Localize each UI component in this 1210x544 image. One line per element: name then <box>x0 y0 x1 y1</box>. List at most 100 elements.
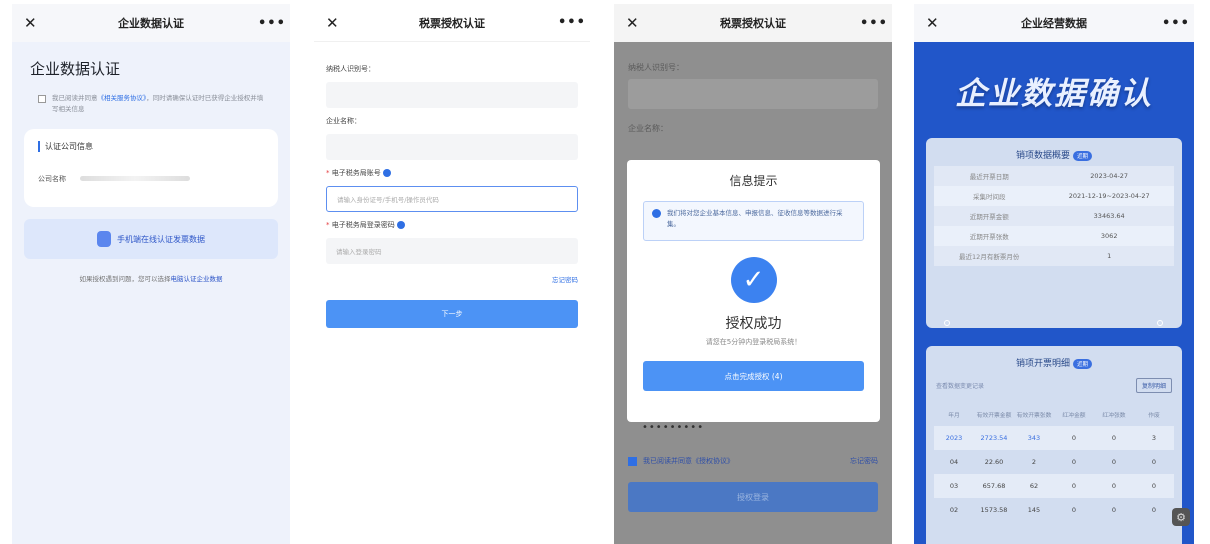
detail-tag: 近期 <box>1073 358 1093 369</box>
table-cell: 0 <box>1151 506 1157 514</box>
agreement-checkbox[interactable] <box>38 95 46 103</box>
forgot-password-link[interactable]: 忘记密码 <box>326 274 578 284</box>
table-cell: 03 <box>949 482 959 490</box>
taxpayer-id-field[interactable] <box>326 82 578 108</box>
overview-card: 销项数据概要 近期 最近开票日期 2023-04-27 采集时间段 2021-12-1… <box>926 138 1182 328</box>
agreement-prefix: 我已阅读并同意 <box>52 94 98 102</box>
overview-row: 最近12月有断票月份 1 <box>934 246 1174 266</box>
screen-tax-auth-form: ✕ 税票授权认证 ••• 纳税人识别号： 企业名称： * 电子税务局账号 请输入… <box>314 4 590 544</box>
overview-row: 近期开票张数 3062 <box>934 226 1174 246</box>
close-icon[interactable]: ✕ <box>626 14 646 32</box>
more-icon[interactable]: ••• <box>258 16 285 31</box>
company-name-field[interactable] <box>326 134 578 160</box>
success-title: 授权成功 <box>725 316 782 332</box>
table-cell: 02 <box>949 506 959 514</box>
overview-value: 3062 <box>1100 232 1118 240</box>
mobile-auth-button[interactable]: 手机端在线认证发票数据 <box>24 219 278 259</box>
column-header: 红冲金额 <box>1062 412 1086 419</box>
table-cell: 1573.58 <box>980 506 1008 514</box>
overview-row: 近期开票金额 33463.64 <box>934 206 1174 226</box>
etax-password-input[interactable]: 请输入登录密码 <box>326 238 578 264</box>
next-button[interactable]: 下一步 <box>326 300 578 328</box>
company-name-label: 企业名称： <box>326 117 361 125</box>
overview-key: 近期开票张数 <box>969 233 1009 241</box>
bg-company-label: 企业名称： <box>628 124 668 133</box>
complete-auth-button[interactable]: 点击完成授权 (4) <box>643 361 864 391</box>
help-icon[interactable] <box>382 169 391 177</box>
table-cell: 2723.54 <box>980 434 1008 442</box>
copy-detail-button[interactable]: 复制明细 <box>1135 377 1172 393</box>
banner-title: 企业数据确认 <box>955 76 1153 112</box>
overview-key: 采集时间段 <box>972 193 1006 201</box>
company-name-value-blurred <box>80 176 190 181</box>
overview-title: 销项数据概要 <box>1015 151 1070 161</box>
table-row[interactable]: 04 22.60 2 0 0 0 <box>934 450 1174 474</box>
overview-row: 采集时间段 2021-12-19~2023-04-27 <box>934 186 1174 206</box>
overview-value: 33463.64 <box>1093 212 1125 220</box>
forgot-password-link[interactable]: 忘记密码 <box>850 456 878 466</box>
more-icon[interactable]: ••• <box>860 16 887 31</box>
table-cell: 0 <box>1151 482 1157 490</box>
table-cell: 62 <box>1029 482 1039 490</box>
etax-account-input[interactable]: 请输入身份证号/手机号/操作员代码 <box>326 186 578 212</box>
detail-toolbar: 查看数据变更记录 复制明细 <box>926 374 1182 396</box>
help-icon[interactable] <box>396 221 405 229</box>
company-name-label: 公司名称 <box>38 175 66 183</box>
settings-icon[interactable]: ⚙ <box>1172 508 1190 526</box>
column-header: 作废 <box>1148 412 1160 419</box>
table-cell: 0 <box>1071 434 1077 442</box>
overview-value: 1 <box>1107 252 1112 260</box>
auth-login-button[interactable]: 授权登录 <box>628 482 878 512</box>
header-title: 税票授权认证 <box>419 16 485 30</box>
info-icon <box>652 209 661 218</box>
detail-title: 销项开票明细 <box>1015 359 1070 369</box>
agreement-link[interactable]: 《相关服务协议》 <box>98 94 147 102</box>
agreement-checkbox[interactable] <box>628 456 637 466</box>
table-header: 年月 有效开票金额 有效开票张数 红冲金额 红冲张数 作废 <box>934 402 1174 426</box>
more-icon[interactable]: ••• <box>558 15 585 30</box>
screen-auth-success: ✕ 税票授权认证 ••• 纳税人识别号： 企业名称： ••••••••• 我已阅… <box>614 4 892 544</box>
table-cell: 0 <box>1111 506 1117 514</box>
shield-icon <box>97 231 111 247</box>
table-cell: 22.60 <box>984 458 1004 466</box>
check-icon: ✓ <box>730 257 777 303</box>
more-icon[interactable]: ••• <box>1162 16 1189 31</box>
detail-table: 年月 有效开票金额 有效开票张数 红冲金额 红冲张数 作废 2023 2723.… <box>934 402 1174 522</box>
bg-taxpayer-field <box>628 79 878 109</box>
modal-title: 信息提示 <box>729 174 778 188</box>
table-cell: 0 <box>1111 482 1117 490</box>
table-cell: 343 <box>1027 434 1041 442</box>
close-icon[interactable]: ✕ <box>926 14 946 32</box>
table-cell: 0 <box>1071 482 1077 490</box>
table-cell: 3 <box>1151 434 1157 442</box>
card-section-title: 认证公司信息 <box>38 141 264 152</box>
password-mask: ••••••••• <box>642 422 705 433</box>
agreement: 我已阅读并同意《相关服务协议》，同时请确保认证时已获得企业授权并填写相关信息 <box>12 89 290 115</box>
overview-key: 最近12月有断票月份 <box>959 253 1020 261</box>
close-icon[interactable]: ✕ <box>24 14 44 32</box>
overview-value: 2023-04-27 <box>1090 172 1129 180</box>
close-icon[interactable]: ✕ <box>326 14 346 32</box>
mobile-auth-button-label: 手机端在线认证发票数据 <box>117 234 205 244</box>
table-row[interactable]: 2023 2723.54 343 0 0 3 <box>934 426 1174 450</box>
table-row[interactable]: 02 1573.58 145 0 0 0 <box>934 498 1174 522</box>
etax-account-label: 电子税务局账号 <box>331 169 381 177</box>
agreement-row: 我已阅读并同意《授权协议》 忘记密码 <box>628 456 878 466</box>
header-title: 税票授权认证 <box>720 17 786 30</box>
header-title: 企业数据认证 <box>118 17 184 30</box>
ring-decoration <box>944 320 950 326</box>
table-cell: 04 <box>949 458 959 466</box>
form: 纳税人识别号： 企业名称： * 电子税务局账号 请输入身份证号/手机号/操作员代… <box>314 42 590 342</box>
info-modal: 信息提示 我们将对您企业基本信息、申报信息、征收信息等数据进行采集。 ✓ 授权成… <box>627 160 880 422</box>
pc-auth-link[interactable]: 电脑认证企业数据 <box>171 275 223 283</box>
table-cell: 145 <box>1027 506 1041 514</box>
overview-key: 最近开票日期 <box>969 173 1009 181</box>
table-row[interactable]: 03 657.68 62 0 0 0 <box>934 474 1174 498</box>
agreement-text[interactable]: 我已阅读并同意《授权协议》 <box>643 456 734 466</box>
overview-value: 2021-12-19~2023-04-27 <box>1068 192 1150 200</box>
screen-business-data: ✕ 企业经营数据 ••• 企业数据确认 销项数据概要 近期 最近开票日期 2023-… <box>914 4 1194 544</box>
overview-tag: 近期 <box>1073 150 1093 161</box>
header: ✕ 企业经营数据 ••• <box>914 4 1194 42</box>
change-log-link[interactable]: 查看数据变更记录 <box>936 381 984 390</box>
footer-text: 如果授权遇到问题，您可以选择 <box>79 275 171 283</box>
